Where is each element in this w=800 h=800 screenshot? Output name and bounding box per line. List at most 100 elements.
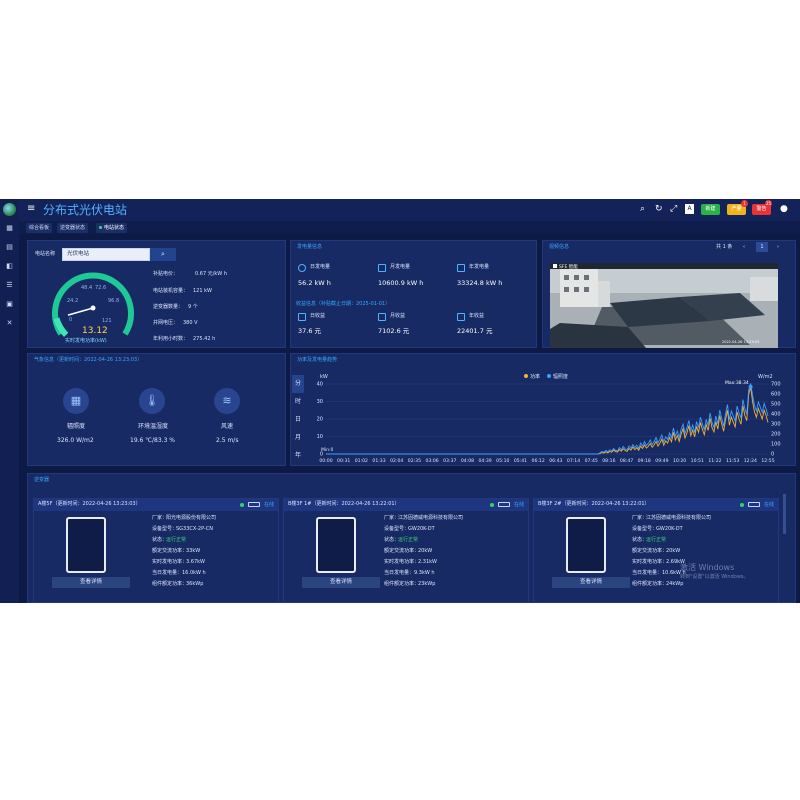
min-label: Min:0 [321, 447, 334, 453]
x-tick: 01:33 [372, 458, 385, 464]
online-dot-icon [240, 503, 244, 507]
field-value: 33kW [186, 548, 201, 554]
trend-tab-minute[interactable]: 分 [292, 375, 304, 393]
rev-value-2: 22401.7 元 [457, 327, 493, 335]
pager-page[interactable]: 1 [756, 242, 768, 252]
field-value: 9.3kW h [414, 570, 435, 576]
sidebar-camera-icon[interactable]: ◧ [5, 263, 14, 270]
info-label-3: 并网电压： [153, 320, 179, 326]
sidebar-home-icon[interactable]: ▦ [5, 225, 14, 232]
view-detail-button[interactable]: 查看详情 [302, 577, 380, 588]
trend-tab-year[interactable]: 年 [292, 447, 304, 465]
view-detail-button[interactable]: 查看详情 [52, 577, 130, 588]
x-tick: 05:10 [496, 458, 509, 464]
y-left-tick: 20 [317, 417, 323, 423]
info-label-2: 逆变器数量： [153, 304, 184, 310]
tab-station-status[interactable]: 电站状态 [96, 223, 128, 233]
info-value-4: 275.42 h [193, 336, 216, 342]
info-value-0: 0.67 元/kW h [195, 271, 228, 277]
weather-label-0: 辐照度 [67, 423, 86, 430]
rev-label-1: 月收益 [390, 313, 406, 319]
y-left-unit: kW [320, 374, 328, 380]
view-detail-button[interactable]: 查看详情 [552, 577, 630, 588]
pager-next-icon[interactable]: › [777, 244, 779, 251]
inverter-scrollbar[interactable] [783, 494, 786, 534]
gauge-tick-2: 48.4 [81, 285, 93, 291]
refresh-icon[interactable]: ↻ [655, 204, 663, 214]
field-label: 当日发电量： [152, 570, 183, 576]
pager-prev-icon[interactable]: ‹ [743, 244, 745, 251]
field-value: GW20K-DT [656, 526, 683, 532]
rev-label-0: 日收益 [310, 313, 326, 319]
gauge-tick-5: 121 [102, 318, 112, 324]
inverter-card-title: B楼3F 1#（更新时间：2022-04-26 13:22:01） [288, 501, 400, 507]
field-label: 实时发电功率： [384, 559, 420, 565]
sidebar-grid-icon[interactable]: ▣ [5, 301, 14, 308]
battery-icon [498, 502, 510, 507]
station-name-value: 光伏电站 [67, 251, 90, 257]
trend-tab-hour[interactable]: 时 [292, 393, 304, 411]
tab-inverter-status[interactable]: 逆变器状态 [57, 223, 89, 233]
station-search-button[interactable]: ⌕ [150, 248, 176, 261]
search-icon[interactable]: ⌕ [640, 204, 645, 214]
field-label: 状态： [632, 537, 648, 543]
font-size-icon[interactable]: A [685, 204, 694, 214]
field-label: 设备型号： [384, 526, 410, 532]
weather-title: 气象信息（更新时间：2022-04-26 13:23:03） [34, 357, 143, 363]
x-tick: 08:16 [602, 458, 615, 464]
sidebar-list-icon[interactable]: ☰ [5, 282, 14, 289]
search-icon: ⌕ [161, 250, 165, 258]
y-right-tick: 0 [771, 452, 774, 458]
pager-total: 共 1 条 [716, 244, 733, 250]
gauge-tick-1: 24.2 [67, 298, 79, 304]
x-tick: 10:20 [673, 458, 686, 464]
x-tick: 06:12 [532, 458, 545, 464]
gen-label-1: 月发电量 [390, 264, 411, 270]
x-tick: 01:02 [355, 458, 368, 464]
trend-tab-day[interactable]: 日 [292, 411, 304, 429]
page-title: 分布式光伏电站 [43, 203, 128, 217]
inverter-image [66, 517, 106, 573]
user-icon[interactable]: ● [780, 204, 788, 214]
field-label: 厂家： [384, 515, 400, 521]
x-tick: 06:43 [549, 458, 562, 464]
trend-title: 功率及发电量趋势 [297, 357, 338, 363]
menu-icon[interactable]: ≡ [27, 204, 35, 214]
tab-overview[interactable]: 综合看板 [26, 223, 53, 233]
inverter-card-title: B楼3F 2#（更新时间：2022-04-26 13:22:01） [538, 501, 650, 507]
watermark-line1: 激活 Windows [680, 563, 735, 572]
info-value-2: 9 个 [188, 304, 198, 310]
green-button[interactable]: 新建 [701, 204, 720, 215]
field-label: 当日发电量： [384, 570, 415, 576]
revenue-year-icon [457, 313, 465, 321]
y-right-tick: 200 [771, 432, 781, 438]
weather-value-1: 19.6 ℃/83.3 % [130, 437, 175, 444]
fullscreen-icon[interactable]: ⤢ [670, 204, 677, 214]
legend-irradiance-marker [547, 374, 551, 378]
weather-label-2: 风速 [221, 423, 234, 430]
thermometer-icon: 🌡 [139, 388, 165, 414]
x-tick: 11:22 [708, 458, 721, 464]
field-value: 20kW [418, 548, 433, 554]
tab-station-status-label: 电站状态 [104, 225, 125, 231]
sidebar-tools-icon[interactable]: ✕ [5, 320, 14, 327]
field-value: 运行正常 [646, 537, 667, 543]
sidebar-doc-icon[interactable]: ▤ [5, 244, 14, 251]
revenue-month-icon [378, 313, 386, 321]
active-dot-icon [99, 226, 102, 229]
station-name-input[interactable]: 光伏电站 [62, 248, 150, 261]
info-value-3: 380 V [183, 320, 198, 326]
field-value: 运行正常 [166, 537, 187, 543]
inverter-image [566, 517, 606, 573]
field-label: 组件额定功率： [632, 581, 668, 587]
inverter-image [316, 517, 356, 573]
info-label-0: 补贴电价： [153, 271, 179, 277]
field-label: 额定交流功率： [384, 548, 420, 554]
y-right-tick: 600 [771, 392, 781, 398]
legend-irradiance: 辐照度 [553, 373, 568, 380]
inverter-card-1: B楼3F 1#（更新时间：2022-04-26 13:22:01） 在线 查看详… [283, 498, 529, 603]
trend-tab-month[interactable]: 月 [292, 429, 304, 447]
battery-icon [748, 502, 760, 507]
weather-label-1: 环境温湿度 [138, 423, 169, 430]
rev-value-0: 37.6 元 [298, 327, 322, 335]
